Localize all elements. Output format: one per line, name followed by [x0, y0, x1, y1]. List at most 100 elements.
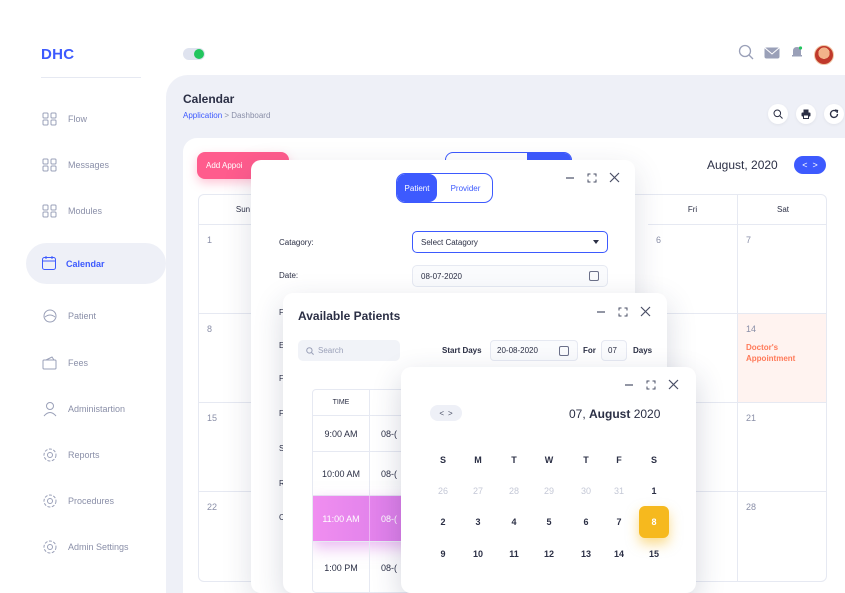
week-row: 2 3 4 5 6 7 8 [428, 506, 673, 538]
day-cell-with-event[interactable]: 14 Doctor's Appointment [738, 314, 826, 403]
sidebar-item-calendar[interactable]: Calendar [41, 255, 105, 273]
day-cell[interactable]: 28 [738, 492, 826, 581]
day-cell[interactable]: 7 [738, 225, 826, 314]
toggle-knob [194, 49, 204, 59]
sidebar-item-label: Flow [68, 114, 88, 124]
sidebar-item-procedures[interactable]: Procedures [42, 493, 114, 509]
weekday-header: Fri [648, 195, 738, 225]
event-label[interactable]: Doctor's Appointment [746, 342, 820, 364]
top-actions [738, 44, 834, 65]
next-month-button[interactable]: > [448, 409, 453, 418]
day-button[interactable]: 3 [463, 514, 493, 530]
minimize-icon[interactable] [596, 306, 606, 320]
sidebar-item-messages[interactable]: Messages [42, 157, 109, 173]
day-button[interactable]: 6 [571, 514, 601, 530]
day-button[interactable]: 4 [499, 514, 529, 530]
close-icon[interactable] [668, 379, 679, 393]
breadcrumb: Application > Dashboard [183, 111, 270, 120]
day-button[interactable]: 1 [639, 483, 669, 499]
tab-patient[interactable]: Patient [397, 174, 437, 202]
minimize-icon[interactable] [565, 172, 575, 186]
sidebar-item-label: Messages [68, 160, 110, 170]
app-logo[interactable]: DHC [41, 46, 74, 63]
category-label: Catagory: [279, 238, 314, 247]
day-button[interactable]: 29 [534, 483, 564, 499]
expand-icon[interactable] [587, 172, 597, 186]
for-label: For [583, 346, 596, 355]
mail-icon[interactable] [764, 46, 780, 64]
day-button[interactable]: 5 [534, 514, 564, 530]
expand-icon[interactable] [618, 306, 628, 320]
search-icon[interactable] [738, 44, 754, 65]
day-button[interactable]: 30 [571, 483, 601, 499]
next-month-button[interactable]: > [813, 160, 818, 170]
picker-nav[interactable]: < > [430, 405, 462, 421]
day-button[interactable]: 11 [499, 546, 529, 562]
day-button[interactable]: 15 [639, 546, 669, 562]
day-button-selected[interactable]: 8 [639, 506, 669, 538]
day-button[interactable]: 7 [604, 514, 634, 530]
day-button[interactable]: 27 [463, 483, 493, 499]
theme-toggle[interactable] [183, 48, 205, 60]
sidebar-item-patient[interactable]: Patient [42, 308, 96, 324]
weekday-label: S [650, 455, 657, 465]
sidebar-item-modules[interactable]: Modules [42, 203, 102, 219]
patient-icon [42, 308, 58, 324]
day-button[interactable]: 26 [428, 483, 458, 499]
tab-provider[interactable]: Provider [437, 174, 492, 202]
calendar-icon [41, 255, 57, 273]
start-days-value: 20-08-2020 [497, 346, 538, 355]
avatar[interactable] [814, 44, 834, 65]
breadcrumb-dashboard[interactable]: Dashboard [231, 111, 270, 120]
gear-icon [42, 539, 58, 555]
start-days-input[interactable]: 20-08-2020 [490, 340, 578, 361]
search-button[interactable] [768, 104, 788, 124]
date-cell: 08-( [381, 468, 398, 479]
category-select[interactable]: Select Catagory [412, 231, 608, 253]
day-button[interactable]: 12 [534, 546, 564, 562]
app-root: DHC Flow Messages Modules Calendar Patie… [0, 0, 845, 593]
date-label: Date: [279, 271, 299, 280]
weekday-label: T [583, 455, 589, 465]
month-nav[interactable]: < > [794, 156, 826, 174]
sidebar-item-reports[interactable]: Reports [42, 447, 100, 463]
prev-month-button[interactable]: < [802, 160, 807, 170]
day-button[interactable]: 2 [428, 514, 458, 530]
sidebar-item-flow[interactable]: Flow [42, 111, 87, 127]
day-button[interactable]: 13 [571, 546, 601, 562]
day-button[interactable]: 14 [604, 546, 634, 562]
search-input[interactable]: Search [298, 340, 400, 361]
for-days-input[interactable]: 07 [601, 340, 627, 361]
time-cell: 10:00 AM [313, 452, 370, 495]
expand-icon[interactable] [646, 379, 656, 393]
day-cell[interactable]: 21 [738, 403, 826, 492]
close-icon[interactable] [609, 172, 620, 186]
day-button[interactable]: 9 [428, 546, 458, 562]
bell-icon[interactable] [790, 45, 804, 64]
sidebar-item-admin-settings[interactable]: Admin Settings [42, 539, 129, 555]
print-icon [801, 109, 811, 119]
calendar-icon[interactable] [589, 271, 599, 281]
modules-icon [42, 203, 58, 219]
calendar-icon[interactable] [559, 346, 569, 356]
day-button[interactable]: 28 [499, 483, 529, 499]
close-icon[interactable] [640, 306, 651, 320]
minimize-icon[interactable] [624, 379, 634, 393]
sidebar-item-label: Modules [68, 206, 103, 216]
patient-provider-toggle[interactable]: Patient Provider [396, 173, 493, 203]
print-button[interactable] [796, 104, 816, 124]
prev-month-button[interactable]: < [439, 409, 444, 418]
event-line: Doctor's [746, 343, 779, 352]
messages-icon [42, 157, 58, 173]
breadcrumb-separator: > [222, 111, 232, 120]
day-button[interactable]: 10 [463, 546, 493, 562]
day-button[interactable]: 31 [604, 483, 634, 499]
gear-icon [42, 447, 58, 463]
breadcrumb-application[interactable]: Application [183, 111, 222, 120]
refresh-button[interactable] [824, 104, 844, 124]
date-input[interactable]: 08-07-2020 [412, 265, 608, 287]
sidebar-item-fees[interactable]: Fees [42, 355, 88, 371]
date-cell: 08-( [381, 428, 398, 439]
sidebar-item-label: Fees [68, 358, 89, 368]
sidebar-item-administration[interactable]: Administartion [42, 401, 125, 417]
